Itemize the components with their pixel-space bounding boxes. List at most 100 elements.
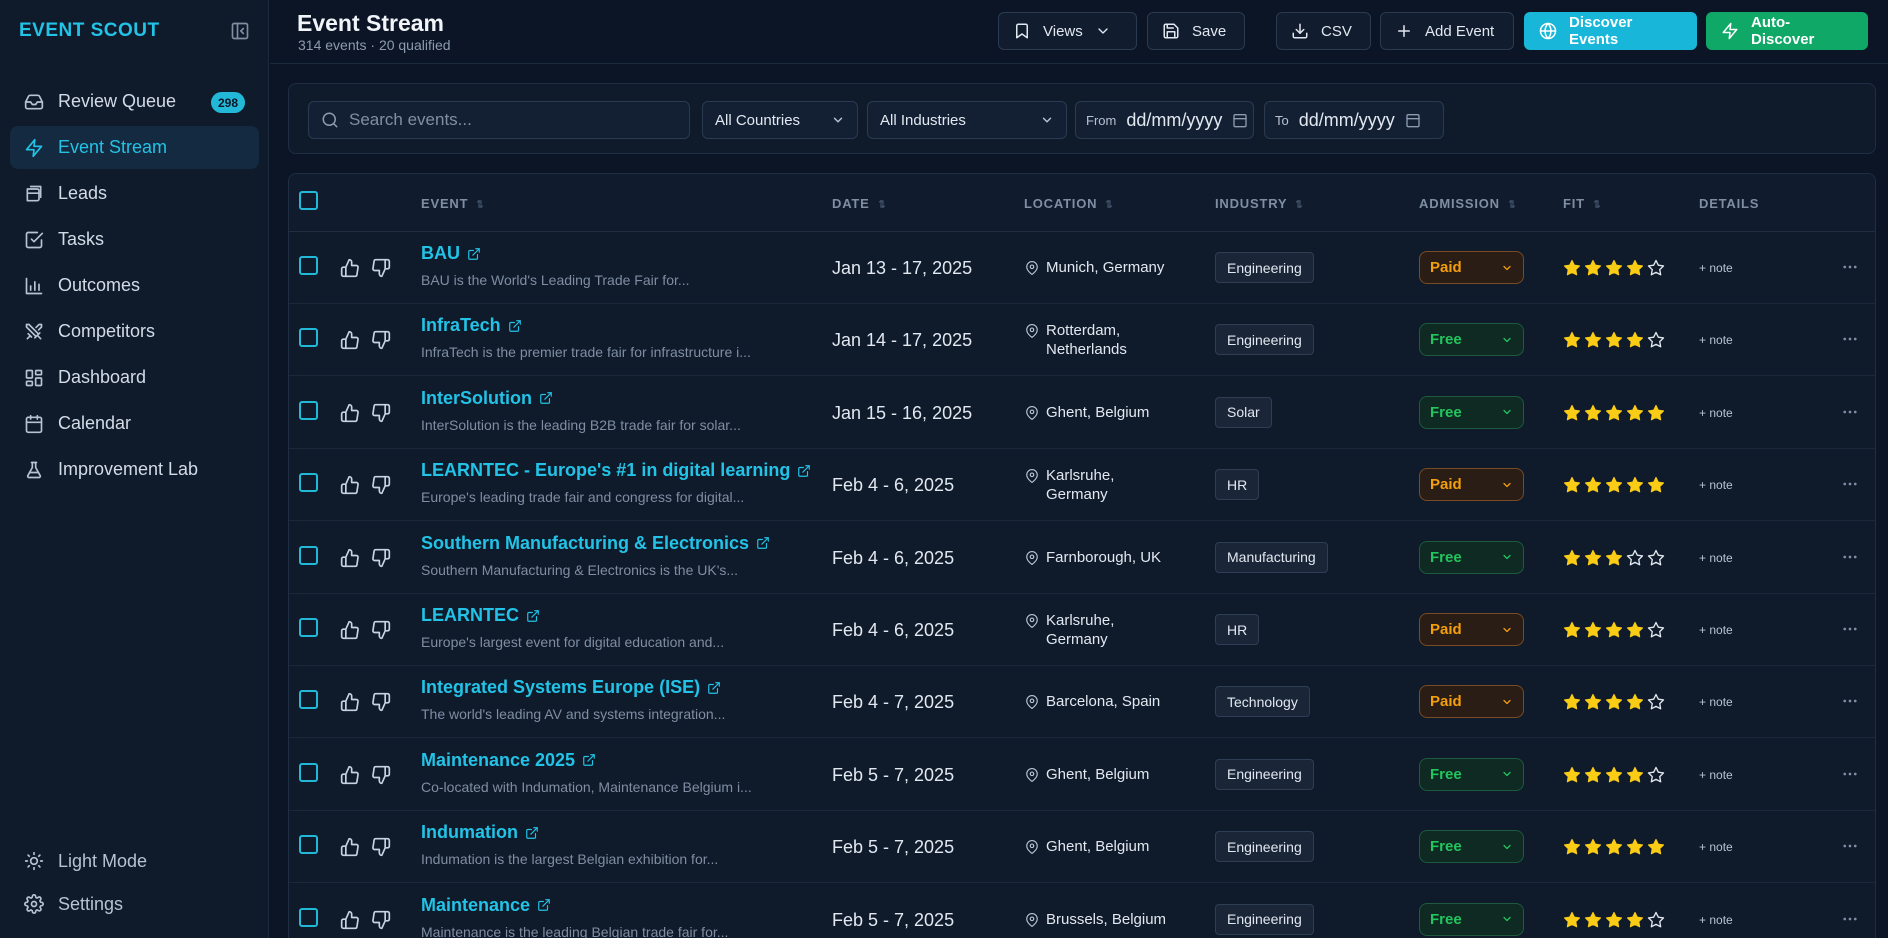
add-note-link[interactable]: + note [1699,261,1733,275]
column-header-event[interactable]: EVENT [421,196,486,211]
star-empty-icon[interactable] [1647,621,1665,639]
star-filled-icon[interactable] [1626,766,1644,784]
thumbs-down-icon[interactable] [371,330,391,350]
star-filled-icon[interactable] [1626,838,1644,856]
add-note-link[interactable]: + note [1699,333,1733,347]
star-filled-icon[interactable] [1647,404,1665,422]
star-filled-icon[interactable] [1563,911,1581,929]
more-options-icon[interactable] [1841,403,1859,421]
thumbs-up-icon[interactable] [340,330,360,350]
add-note-link[interactable]: + note [1699,840,1733,854]
event-name-link[interactable]: Southern Manufacturing & Electronics [421,533,770,554]
star-filled-icon[interactable] [1605,549,1623,567]
more-options-icon[interactable] [1841,837,1859,855]
admission-select[interactable]: Free [1419,830,1524,864]
more-options-icon[interactable] [1841,620,1859,638]
star-filled-icon[interactable] [1626,693,1644,711]
star-filled-icon[interactable] [1626,476,1644,494]
add-note-link[interactable]: + note [1699,478,1733,492]
row-checkbox[interactable] [299,545,318,565]
row-checkbox[interactable] [299,473,318,493]
admission-select[interactable]: Paid [1419,685,1524,719]
thumbs-down-icon[interactable] [371,403,391,423]
auto-discover-button[interactable]: Auto-Discover [1706,12,1868,50]
star-filled-icon[interactable] [1605,259,1623,277]
star-filled-icon[interactable] [1563,331,1581,349]
thumbs-up-icon[interactable] [340,475,360,495]
thumbs-up-icon[interactable] [340,837,360,857]
row-checkbox[interactable] [299,618,318,637]
star-filled-icon[interactable] [1563,766,1581,784]
star-empty-icon[interactable] [1647,911,1665,929]
add-note-link[interactable]: + note [1699,913,1733,927]
star-filled-icon[interactable] [1584,766,1602,784]
row-checkbox[interactable] [299,907,318,927]
star-filled-icon[interactable] [1563,404,1581,422]
event-name-link[interactable]: BAU [421,243,481,264]
sidebar-item-calendar[interactable]: Calendar [10,402,259,445]
thumbs-up-icon[interactable] [340,910,360,930]
more-options-icon[interactable] [1841,765,1859,783]
add-note-link[interactable]: + note [1699,695,1733,709]
event-name-link[interactable]: Maintenance 2025 [421,750,596,771]
add-note-link[interactable]: + note [1699,768,1733,782]
star-filled-icon[interactable] [1584,476,1602,494]
event-name-link[interactable]: Indumation [421,822,539,843]
star-empty-icon[interactable] [1647,766,1665,784]
row-checkbox[interactable] [299,835,318,855]
star-filled-icon[interactable] [1584,693,1602,711]
search-input[interactable] [349,110,669,130]
industry-select[interactable]: All Industries [867,101,1067,139]
star-empty-icon[interactable] [1647,549,1665,567]
star-filled-icon[interactable] [1584,838,1602,856]
admission-select[interactable]: Free [1419,902,1524,936]
admission-select[interactable]: Free [1419,540,1524,574]
thumbs-up-icon[interactable] [340,548,360,568]
admission-select[interactable]: Free [1419,323,1524,357]
event-name-link[interactable]: LEARNTEC - Europe's #1 in digital learni… [421,460,811,481]
date-to-field[interactable]: To dd/mm/yyyy [1264,101,1444,139]
star-filled-icon[interactable] [1563,621,1581,639]
star-filled-icon[interactable] [1626,259,1644,277]
thumbs-down-icon[interactable] [371,837,391,857]
sidebar-item-review-queue[interactable]: Review Queue 298 [10,80,259,123]
row-checkbox[interactable] [299,762,318,782]
star-filled-icon[interactable] [1605,331,1623,349]
more-options-icon[interactable] [1841,330,1859,348]
star-filled-icon[interactable] [1584,331,1602,349]
admission-select[interactable]: Paid [1419,251,1524,284]
admission-select[interactable]: Paid [1419,613,1524,646]
star-filled-icon[interactable] [1605,911,1623,929]
star-filled-icon[interactable] [1584,621,1602,639]
star-filled-icon[interactable] [1605,693,1623,711]
star-filled-icon[interactable] [1563,693,1581,711]
star-filled-icon[interactable] [1626,331,1644,349]
row-checkbox[interactable] [299,400,318,420]
star-empty-icon[interactable] [1626,549,1644,567]
more-options-icon[interactable] [1841,548,1859,566]
thumbs-down-icon[interactable] [371,620,391,640]
select-all-checkbox[interactable] [299,191,318,210]
event-name-link[interactable]: Integrated Systems Europe (ISE) [421,677,721,698]
sidebar-item-improvement-lab[interactable]: Improvement Lab [10,448,259,491]
csv-export-button[interactable]: CSV [1276,12,1371,50]
star-filled-icon[interactable] [1605,838,1623,856]
country-select[interactable]: All Countries [702,101,858,139]
more-options-icon[interactable] [1841,258,1859,276]
row-checkbox[interactable] [299,690,318,710]
event-name-link[interactable]: Maintenance [421,895,551,916]
thumbs-up-icon[interactable] [340,403,360,423]
add-note-link[interactable]: + note [1699,406,1733,420]
add-event-button[interactable]: Add Event [1380,12,1514,50]
add-note-link[interactable]: + note [1699,551,1733,565]
star-empty-icon[interactable] [1647,331,1665,349]
admission-select[interactable]: Free [1419,395,1524,429]
star-filled-icon[interactable] [1626,621,1644,639]
thumbs-up-icon[interactable] [340,620,360,640]
sidebar-collapse-icon[interactable] [230,21,250,41]
event-name-link[interactable]: InfraTech [421,315,522,336]
light-mode-toggle[interactable]: Light Mode [10,840,259,882]
more-options-icon[interactable] [1841,692,1859,710]
sidebar-item-event-stream[interactable]: Event Stream [10,126,259,169]
star-filled-icon[interactable] [1647,838,1665,856]
